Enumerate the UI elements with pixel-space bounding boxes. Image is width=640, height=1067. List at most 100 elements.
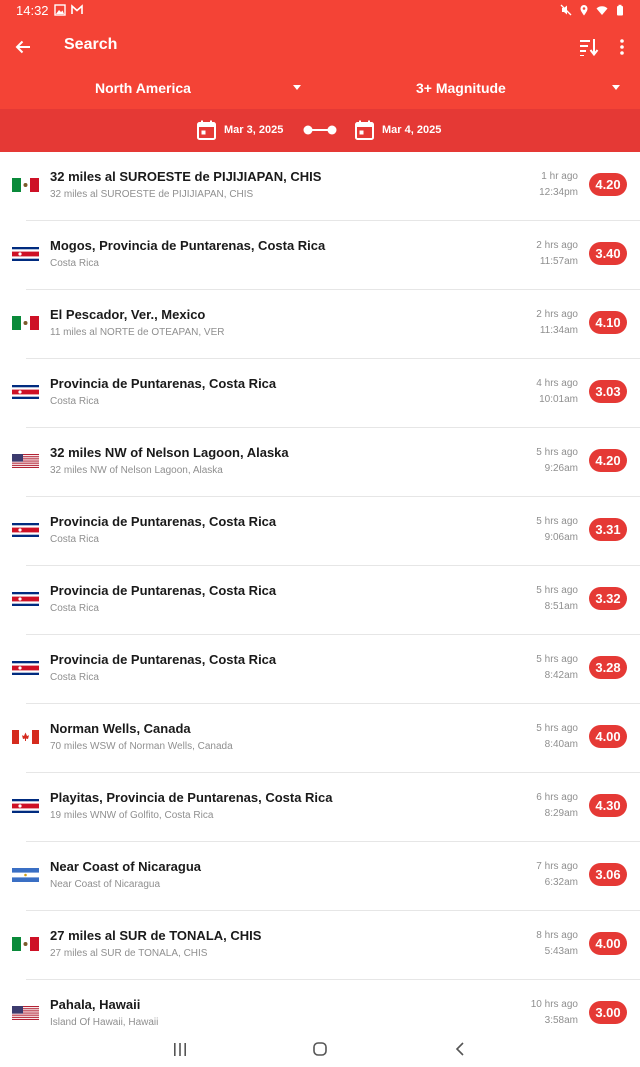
usa-flag-icon [12, 1006, 39, 1020]
magnitude-badge: 4.00 [589, 725, 627, 748]
magnitude-dropdown[interactable]: 3+ Magnitude [320, 70, 640, 106]
magnitude-badge: 4.20 [589, 173, 627, 196]
dropdown-arrow-icon [612, 85, 620, 90]
quake-detail: 27 miles al SUR de TONALA, CHIS [50, 948, 208, 959]
filter-bar: North America 3+ Magnitude [0, 70, 640, 106]
earthquake-row[interactable]: 32 miles al SUROESTE de PIJIJIAPAN, CHIS… [0, 152, 640, 221]
quake-detail: Costa Rica [50, 396, 99, 407]
earthquake-row[interactable]: Norman Wells, Canada 70 miles WSW of Norm… [0, 704, 640, 773]
sort-icon [580, 39, 599, 56]
quake-place: Provincia de Puntarenas, Costa Rica [50, 376, 277, 391]
usa-flag-icon [12, 454, 39, 468]
home-icon [313, 1042, 327, 1056]
earthquake-row[interactable]: Pahala, Hawaii Island Of Hawaii, Hawaii 10… [0, 980, 640, 1032]
end-date-text: Mar 4, 2025 [382, 124, 442, 136]
home-button[interactable] [310, 1040, 330, 1058]
quake-place: 32 miles NW of Nelson Lagoon, Alaska [50, 445, 289, 460]
quake-time-ago: 10 hrs ago [530, 999, 578, 1010]
quake-time: 8:42am [544, 670, 578, 681]
quake-place: 32 miles al SUROESTE de PIJIJIAPAN, CHIS [50, 169, 322, 184]
magnitude-badge: 4.00 [589, 932, 627, 955]
quake-time: 11:34am [539, 325, 578, 336]
costa-rica-flag-icon [12, 799, 39, 813]
earthquake-row[interactable]: Provincia de Puntarenas, Costa Rica Costa… [0, 497, 640, 566]
quake-time-ago: 5 hrs ago [536, 585, 578, 596]
quake-detail: Costa Rica [50, 603, 99, 614]
quake-detail: 32 miles al SUROESTE de PIJIJIAPAN, CHIS [50, 189, 254, 200]
quake-time: 11:57am [539, 256, 578, 267]
more-vert-icon [620, 39, 624, 55]
battery-icon [617, 4, 623, 16]
quake-time: 9:26am [544, 463, 578, 474]
earthquake-row[interactable]: Playitas, Provincia de Puntarenas, Costa… [0, 773, 640, 842]
quake-detail: Costa Rica [50, 672, 99, 683]
quake-place: Provincia de Puntarenas, Costa Rica [50, 514, 277, 529]
nicaragua-flag-icon [12, 868, 39, 882]
dropdown-arrow-icon [293, 85, 301, 90]
mexico-flag-icon [12, 937, 39, 951]
quake-time: 10:01am [539, 394, 578, 405]
quake-place: Playitas, Provincia de Puntarenas, Costa… [50, 790, 333, 805]
arrow-back-icon [15, 40, 30, 54]
magnitude-badge: 3.31 [589, 518, 627, 541]
quake-place: Provincia de Puntarenas, Costa Rica [50, 583, 277, 598]
quake-time: 9:06am [544, 532, 578, 543]
quake-time-ago: 2 hrs ago [536, 240, 578, 251]
quake-time: 6:32am [544, 877, 578, 888]
date-range-bar: Mar 3, 2025 Mar 4, 2025 [0, 109, 640, 152]
quake-time-ago: 2 hrs ago [536, 309, 578, 320]
gmail-icon [71, 4, 83, 14]
earthquake-row[interactable]: Provincia de Puntarenas, Costa Rica Costa… [0, 566, 640, 635]
earthquake-row[interactable]: Near Coast of Nicaragua Near Coast of Nic… [0, 842, 640, 911]
end-date-picker[interactable]: Mar 4, 2025 [355, 120, 441, 140]
quake-place: Pahala, Hawaii [50, 997, 141, 1012]
earthquake-row[interactable]: 32 miles NW of Nelson Lagoon, Alaska 32 m… [0, 428, 640, 497]
magnitude-badge: 4.10 [589, 311, 627, 334]
quake-detail: 32 miles NW of Nelson Lagoon, Alaska [50, 465, 223, 476]
quake-time: 3:58am [544, 1015, 578, 1026]
image-icon [54, 4, 66, 16]
earthquake-row[interactable]: Mogos, Provincia de Puntarenas, Costa Ri… [0, 221, 640, 290]
mexico-flag-icon [12, 316, 39, 330]
quake-time-ago: 8 hrs ago [536, 930, 578, 941]
canada-flag-icon [12, 730, 39, 744]
earthquake-row[interactable]: Provincia de Puntarenas, Costa Rica Costa… [0, 359, 640, 428]
quake-time-ago: 5 hrs ago [536, 723, 578, 734]
quake-time: 5:43am [544, 946, 578, 957]
more-options-button[interactable] [610, 34, 634, 60]
back-nav-icon [455, 1042, 464, 1056]
costa-rica-flag-icon [12, 385, 39, 399]
quake-time-ago: 1 hr ago [541, 171, 578, 182]
quake-time-ago: 5 hrs ago [536, 447, 578, 458]
quake-time-ago: 4 hrs ago [536, 378, 578, 389]
app-header: 14:32 Search North America 3+ Magnitude … [0, 0, 640, 152]
toolbar: Search [0, 26, 640, 66]
quake-time-ago: 5 hrs ago [536, 654, 578, 665]
earthquake-row[interactable]: El Pescador, Ver., Mexico 11 miles al NOR… [0, 290, 640, 359]
sort-button[interactable] [576, 34, 602, 60]
earthquake-row[interactable]: 27 miles al SUR de TONALA, CHIS 27 miles … [0, 911, 640, 980]
earthquake-row[interactable]: Provincia de Puntarenas, Costa Rica Costa… [0, 635, 640, 704]
quake-detail: 11 miles al NORTE de OTEAPAN, VER [50, 327, 225, 338]
quake-detail: Costa Rica [50, 534, 99, 545]
magnitude-badge: 3.06 [589, 863, 627, 886]
quake-time: 12:34pm [539, 187, 578, 198]
magnitude-badge: 3.03 [589, 380, 627, 403]
magnitude-label: 3+ Magnitude [416, 80, 506, 96]
quake-time: 8:40am [544, 739, 578, 750]
back-button[interactable] [10, 34, 36, 60]
quake-place: Provincia de Puntarenas, Costa Rica [50, 652, 277, 667]
recent-apps-icon [174, 1042, 186, 1056]
start-date-text: Mar 3, 2025 [224, 124, 284, 136]
earthquake-list[interactable]: 32 miles al SUROESTE de PIJIJIAPAN, CHIS… [0, 152, 640, 1032]
location-icon [580, 5, 588, 16]
back-nav-button[interactable] [450, 1040, 470, 1058]
region-dropdown[interactable]: North America [0, 70, 320, 106]
costa-rica-flag-icon [12, 661, 39, 675]
magnitude-badge: 4.30 [589, 794, 627, 817]
region-label: North America [95, 80, 191, 96]
quake-detail: 19 miles WNW of Golfito, Costa Rica [50, 810, 214, 821]
recent-apps-button[interactable] [170, 1040, 190, 1058]
start-date-picker[interactable]: Mar 3, 2025 [197, 120, 283, 140]
quake-time-ago: 6 hrs ago [536, 792, 578, 803]
